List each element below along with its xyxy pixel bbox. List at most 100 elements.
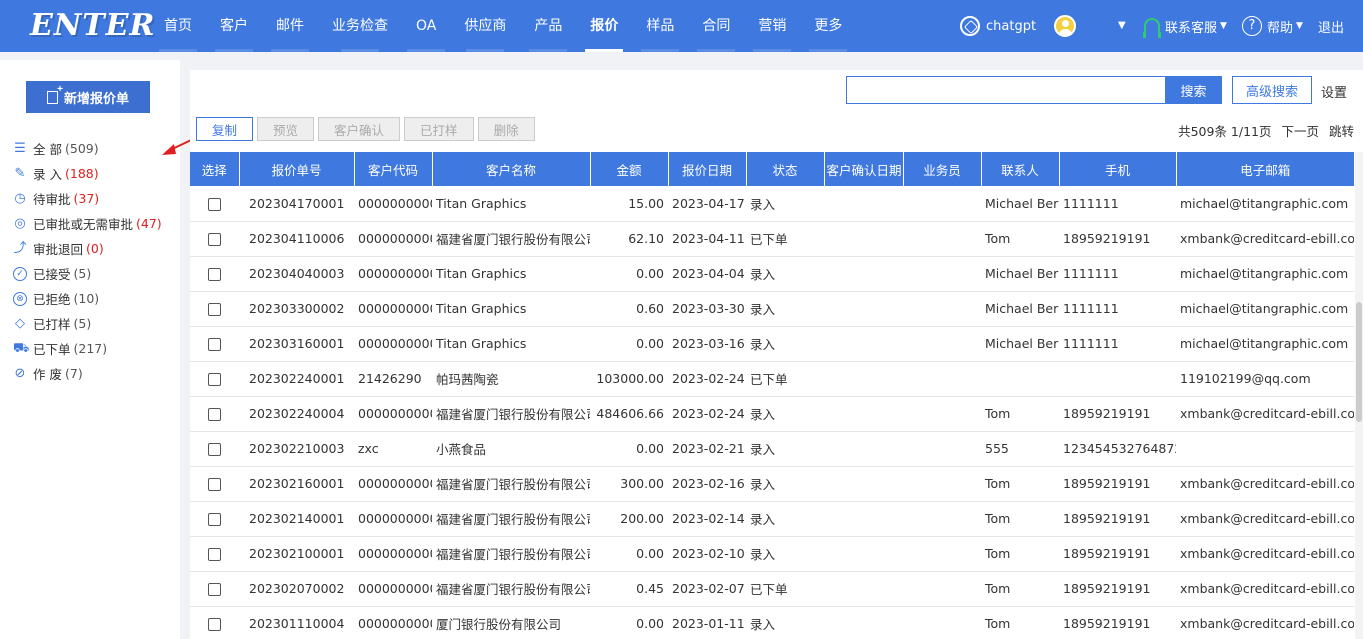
nav-item-4[interactable]: OA [402, 0, 450, 52]
table-cell[interactable]: 202303160001 [239, 326, 354, 362]
column-header[interactable]: 手机 [1058, 152, 1176, 186]
row-checkbox[interactable] [208, 548, 221, 561]
row-checkbox[interactable] [208, 443, 221, 456]
row-checkbox[interactable] [208, 338, 221, 351]
user-avatar-icon[interactable] [1054, 15, 1076, 37]
search-button[interactable]: 搜索 [1165, 76, 1222, 104]
table-cell [824, 186, 903, 222]
toolbar-button-0[interactable]: 复制 [196, 117, 254, 141]
table-row[interactable]: 2023040400030000000000000Titan Graphics0… [190, 256, 1354, 292]
nav-item-6[interactable]: 产品 [520, 0, 576, 52]
toolbar-button-2[interactable]: 客户确认 [318, 117, 401, 141]
status-filter-item[interactable]: ✎ 录 入 (188) [13, 161, 162, 186]
row-checkbox[interactable] [208, 373, 221, 386]
column-header[interactable]: 报价日期 [667, 152, 746, 186]
row-checkbox[interactable] [208, 233, 221, 246]
table-cell: 0000000000000 [354, 291, 432, 327]
table-row[interactable]: 2023020700020000000000001福建省厦门银行股份有限公司0.… [190, 571, 1354, 607]
nav-item-10[interactable]: 营销 [744, 0, 800, 52]
table-row[interactable]: 2023021000010000000000001福建省厦门银行股份有限公司0.… [190, 536, 1354, 572]
row-checkbox[interactable] [208, 513, 221, 526]
row-checkbox[interactable] [208, 197, 221, 211]
user-menu-caret-icon[interactable]: ▼ [1118, 20, 1126, 31]
column-header[interactable]: 报价单号 [238, 152, 354, 186]
nav-item-1[interactable]: 客户 [206, 0, 262, 52]
table-row[interactable]: 2023041100060000000000001福建省厦门银行股份有限公司62… [190, 221, 1354, 257]
status-filter-item[interactable]: ◇ 已打样 (5) [13, 311, 162, 336]
table-cell[interactable]: 202304170001 [239, 186, 354, 222]
next-page-link[interactable]: 下一页 [1281, 124, 1319, 139]
row-checkbox[interactable] [208, 618, 221, 631]
scrollbar-thumb[interactable] [1356, 302, 1362, 422]
table-scrollbar[interactable] [1355, 152, 1363, 639]
column-header[interactable]: 状态 [745, 152, 824, 186]
row-checkbox[interactable] [208, 408, 221, 421]
table-row[interactable]: 2023033000020000000000000Titan Graphics0… [190, 291, 1354, 327]
status-filter-item[interactable]: ✓ 已接受 (5) [13, 261, 162, 286]
table-row[interactable]: 202302240001 21426290 帕玛茜陶瓷 103000.00 2023-0… [190, 361, 1354, 397]
nav-item-7[interactable]: 报价 [576, 0, 632, 52]
table-cell [824, 431, 903, 467]
column-header[interactable]: 客户确认日期 [823, 152, 903, 186]
nav-item-5[interactable]: 供应商 [450, 0, 520, 52]
nav-item-8[interactable]: 样品 [632, 0, 688, 52]
jump-page-link[interactable]: 跳转 [1329, 124, 1354, 139]
nav-item-11[interactable]: 更多 [800, 0, 856, 52]
row-checkbox[interactable] [208, 303, 221, 316]
status-filter-item[interactable]: ☰ 全 部 (509) [13, 136, 162, 161]
table-row[interactable]: 2023022400040000000000001福建省厦门银行股份有限公司48… [190, 396, 1354, 432]
table-cell [903, 536, 981, 572]
nav-item-9[interactable]: 合同 [688, 0, 744, 52]
table-cell [903, 326, 981, 362]
column-header[interactable]: 客户代码 [353, 152, 432, 186]
toolbar-button-1[interactable]: 预览 [257, 117, 315, 141]
row-checkbox[interactable] [208, 268, 221, 281]
new-quotation-button[interactable]: 新增报价单 [26, 81, 150, 113]
column-header[interactable]: 电子邮箱 [1175, 152, 1354, 186]
table-cell[interactable]: 202302100001 [239, 536, 354, 572]
nav-item-0[interactable]: 首页 [150, 0, 206, 52]
toolbar-button-3[interactable]: 已打样 [404, 117, 474, 141]
logout-link[interactable]: 退出 [1318, 0, 1344, 52]
table-cell: 已下单 [746, 221, 824, 257]
column-header[interactable]: 业务员 [902, 152, 981, 186]
row-checkbox[interactable] [208, 583, 221, 596]
table-row[interactable]: 2023031600010000000000000Titan Graphics0… [190, 326, 1354, 362]
column-header[interactable]: 联系人 [980, 152, 1059, 186]
table-cell[interactable]: 202302210003 [239, 431, 354, 467]
table-row[interactable]: 2023041700010000000000000Titan Graphics1… [190, 186, 1354, 222]
status-filter-item[interactable]: ◎ 已审批或无需审批 (47) [13, 211, 161, 236]
table-row[interactable]: 2023021400010000000000001福建省厦门银行股份有限公司20… [190, 501, 1354, 537]
table-row[interactable]: 2023011100040000000000001厦门银行股份有限公司0.002… [190, 606, 1354, 639]
app-logo[interactable]: ENTER [30, 8, 155, 43]
search-input[interactable] [846, 76, 1166, 104]
table-cell[interactable]: 202302240004 [239, 396, 354, 432]
contact-service-link[interactable]: 联系客服 ▼ [1143, 0, 1227, 52]
chatgpt-link[interactable]: chatgpt [960, 0, 1036, 52]
row-checkbox[interactable] [208, 478, 221, 491]
table-cell[interactable]: 202304110006 [239, 221, 354, 257]
nav-item-2[interactable]: 邮件 [262, 0, 318, 52]
nav-item-3[interactable]: 业务检查 [318, 0, 402, 52]
table-cell[interactable]: 202302070002 [239, 571, 354, 607]
table-cell[interactable]: 202304040003 [239, 256, 354, 292]
status-filter-item[interactable]: ⊘ 作 废 (7) [13, 361, 162, 386]
status-filter-item[interactable]: ⛟ 已下单 (217) [13, 336, 162, 361]
status-filter-item[interactable]: ⤴ 审批退回 (0) [13, 236, 162, 261]
table-row[interactable]: 202302210003 zxc 小燕食品 0.00 2023-02-21 录入 555 12… [190, 431, 1354, 467]
toolbar-button-4[interactable]: 删除 [477, 117, 535, 141]
table-cell[interactable]: 202301110004 [239, 606, 354, 639]
column-header[interactable]: 金额 [589, 152, 668, 186]
table-cell[interactable]: 202303300002 [239, 291, 354, 327]
status-filter-item[interactable]: ⊗ 已拒绝 (10) [13, 286, 162, 311]
settings-link[interactable]: 设置 [1321, 82, 1347, 101]
table-cell[interactable]: 202302240001 [239, 361, 354, 397]
help-link[interactable]: ? 帮助 ▼ [1242, 0, 1303, 52]
table-cell[interactable]: 202302160001 [239, 466, 354, 502]
column-header[interactable]: 客户名称 [431, 152, 590, 186]
status-filter-item[interactable]: ◷ 待审批 (37) [13, 186, 162, 211]
column-header[interactable]: 选择 [190, 152, 239, 186]
table-cell[interactable]: 202302140001 [239, 501, 354, 537]
table-row[interactable]: 2023021600010000000000001福建省厦门银行股份有限公司30… [190, 466, 1354, 502]
advanced-search-button[interactable]: 高级搜索 [1232, 76, 1312, 104]
